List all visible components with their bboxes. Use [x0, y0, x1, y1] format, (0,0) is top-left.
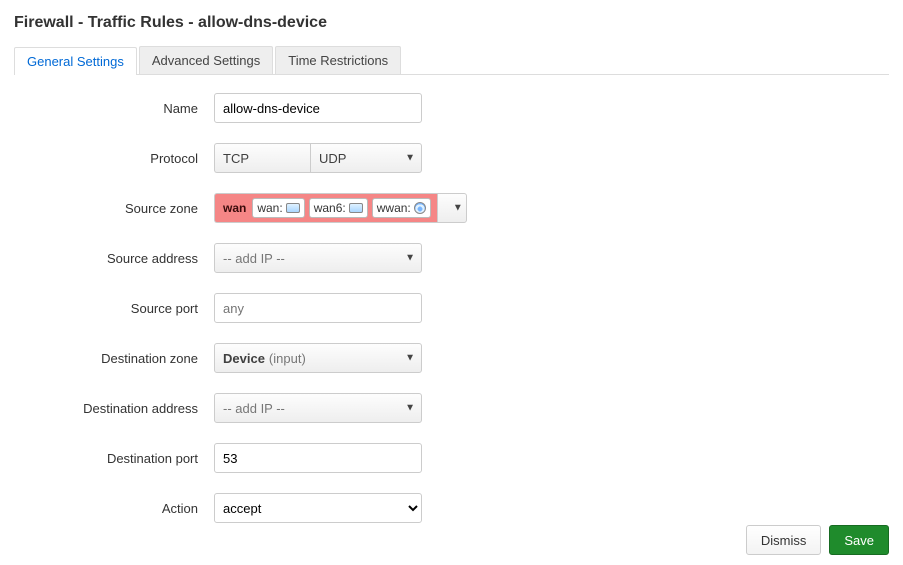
source-address-select[interactable]: -- add IP -- ▼ — [214, 243, 422, 273]
source-zone-value[interactable]: wan wan: wan6: wwan: — [214, 193, 437, 223]
name-input[interactable] — [214, 93, 422, 123]
footer-actions: Dismiss Save — [746, 525, 889, 555]
form: Name Protocol TCP UDP ▼ Source zone wan … — [14, 93, 889, 523]
iface-wan6: wan6: — [309, 198, 368, 218]
destination-port-input[interactable] — [214, 443, 422, 473]
chevron-down-icon: ▼ — [405, 403, 415, 414]
protocol-left-select[interactable]: TCP — [214, 143, 310, 173]
destination-zone-value-muted: (input) — [269, 351, 306, 366]
save-button[interactable]: Save — [829, 525, 889, 555]
protocol-right-select[interactable]: UDP ▼ — [310, 143, 422, 173]
source-zone-name: wan — [221, 201, 248, 215]
page-title: Firewall - Traffic Rules - allow-dns-dev… — [14, 14, 889, 32]
label-destination-zone: Destination zone — [14, 351, 214, 366]
label-destination-address: Destination address — [14, 401, 214, 416]
destination-zone-value-bold: Device — [223, 351, 265, 366]
wifi-icon — [414, 202, 426, 214]
chevron-down-icon: ▼ — [405, 353, 415, 364]
protocol-right-value: UDP — [319, 151, 346, 166]
destination-address-select[interactable]: -- add IP -- ▼ — [214, 393, 422, 423]
dismiss-button[interactable]: Dismiss — [746, 525, 822, 555]
label-protocol: Protocol — [14, 151, 214, 166]
protocol-left-value: TCP — [223, 151, 249, 166]
label-name: Name — [14, 101, 214, 116]
iface-wwan: wwan: — [372, 198, 431, 218]
label-source-zone: Source zone — [14, 201, 214, 216]
source-address-placeholder: -- add IP -- — [223, 251, 285, 266]
chevron-down-icon: ▼ — [405, 253, 415, 264]
label-source-port: Source port — [14, 301, 214, 316]
chevron-down-icon: ▼ — [453, 203, 463, 214]
iface-wan: wan: — [252, 198, 304, 218]
destination-zone-select[interactable]: Device (input) ▼ — [214, 343, 422, 373]
ethernet-icon — [286, 203, 300, 213]
tab-time-restrictions[interactable]: Time Restrictions — [275, 46, 401, 74]
source-port-input[interactable] — [214, 293, 422, 323]
ethernet-icon — [349, 203, 363, 213]
label-source-address: Source address — [14, 251, 214, 266]
tab-general-settings[interactable]: General Settings — [14, 47, 137, 75]
tab-advanced-settings[interactable]: Advanced Settings — [139, 46, 273, 74]
tabs: General Settings Advanced Settings Time … — [14, 46, 889, 75]
action-select[interactable]: accept — [214, 493, 422, 523]
destination-address-placeholder: -- add IP -- — [223, 401, 285, 416]
label-action: Action — [14, 501, 214, 516]
source-zone-dropdown[interactable]: ▼ — [437, 193, 467, 223]
chevron-down-icon: ▼ — [405, 153, 415, 164]
label-destination-port: Destination port — [14, 451, 214, 466]
